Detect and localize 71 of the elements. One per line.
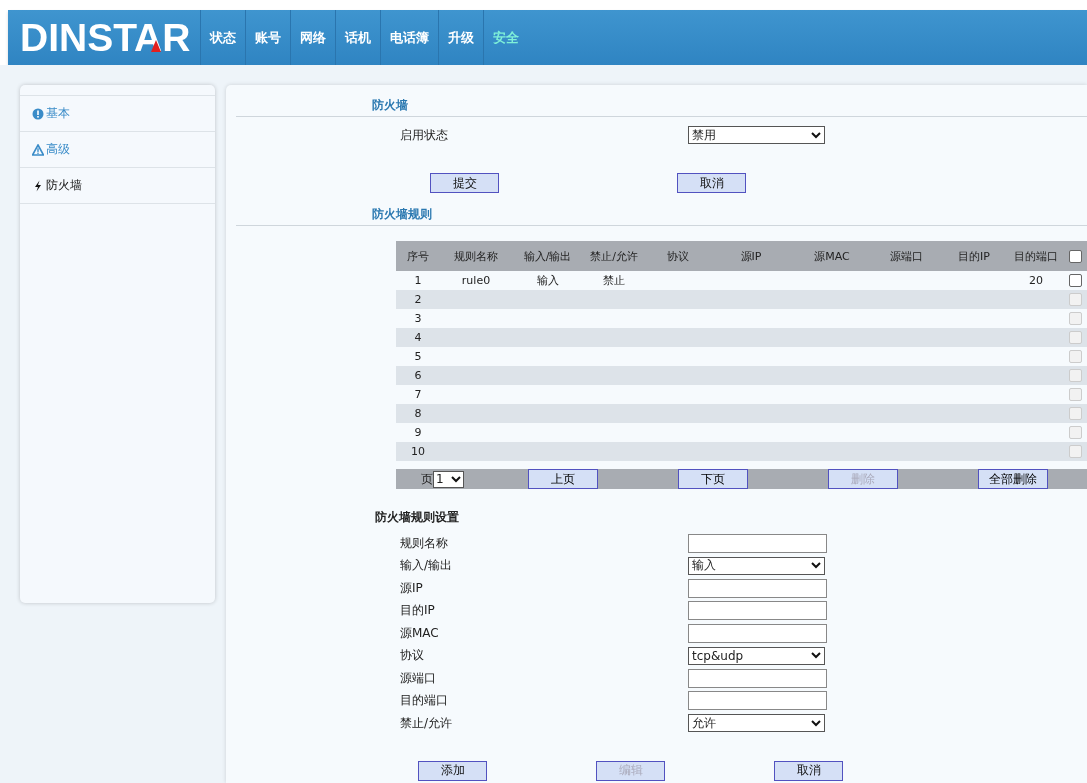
form-button[interactable]: 取消 (774, 760, 843, 781)
table-cell: 10 (411, 445, 425, 458)
logo-triangle-icon (151, 40, 161, 52)
column-header: 规则名称 (454, 249, 498, 263)
field-label: 输入/输出 (399, 557, 454, 575)
sidebar-item[interactable]: 高级 (20, 131, 215, 167)
sidebar-item[interactable]: 基本 (20, 95, 215, 131)
sidebar-item[interactable]: 防火墙 (20, 167, 215, 204)
column-header: 目的端口 (1014, 249, 1058, 263)
table-cell: 禁止 (603, 274, 625, 287)
table-cell: rule0 (461, 274, 491, 287)
chevron-icon (451, 475, 461, 483)
select-field[interactable]: 允许 (688, 714, 825, 733)
logo: DINSTAR (19, 14, 192, 61)
input-field[interactable] (688, 601, 827, 621)
input-field[interactable] (688, 691, 827, 711)
table-cell: 9 (414, 426, 422, 439)
column-header: 源端口 (889, 249, 923, 263)
form-button[interactable]: 添加 (418, 760, 487, 781)
input-field[interactable] (688, 533, 827, 553)
column-header: 协议 (666, 249, 689, 263)
table-cell: 5 (414, 350, 422, 363)
select-all-checkbox[interactable] (1069, 249, 1082, 263)
column-header: 目的IP (958, 249, 990, 263)
chevron-icon (811, 131, 821, 139)
table-cell: 4 (414, 331, 422, 344)
chevron-icon (811, 562, 821, 570)
table-cell: 2 (414, 293, 422, 306)
field-label: 源端口 (399, 669, 437, 687)
info-icon (32, 107, 44, 120)
input-field[interactable] (688, 623, 827, 643)
input-field[interactable] (688, 578, 827, 598)
select-field[interactable]: 输入 (688, 556, 825, 575)
chevron-icon (811, 719, 821, 727)
field-label: 启用状态 (399, 126, 449, 144)
section-title: 防火墙规则 (371, 206, 433, 223)
submit-button[interactable]: 提交 (430, 173, 499, 193)
pager-button[interactable]: 全部删除 (978, 469, 1048, 489)
section-title: 防火墙 (371, 97, 409, 114)
column-header: 禁止/允许 (590, 249, 638, 263)
chevron-icon (811, 652, 821, 660)
input-field[interactable] (688, 668, 827, 688)
cancel-button[interactable]: 取消 (677, 173, 746, 193)
row-checkbox[interactable] (1069, 274, 1082, 287)
field-label: 规则名称 (399, 534, 449, 552)
table-cell: 3 (414, 312, 422, 325)
field-label: 源MAC (399, 624, 440, 642)
table-cell: 8 (414, 407, 422, 420)
field-label: 源IP (399, 579, 424, 597)
column-header: 源IP (740, 249, 762, 263)
table-cell: 6 (414, 369, 422, 382)
pager-button[interactable]: 上页 (528, 469, 598, 489)
column-header: 源MAC (814, 249, 850, 263)
table-cell: 7 (414, 388, 422, 401)
page-label: 页 (421, 470, 433, 488)
warning-icon (32, 143, 44, 156)
select-field[interactable]: tcp&udp (688, 646, 825, 665)
column-header: 序号 (407, 249, 429, 263)
status-select[interactable]: 禁用 (688, 126, 825, 144)
field-label: 目的端口 (399, 692, 449, 710)
field-label: 目的IP (399, 602, 436, 620)
table-cell: 1 (414, 274, 422, 287)
page-select[interactable]: 1 (433, 470, 464, 488)
table-cell: 输入 (536, 274, 559, 287)
table-cell: 20 (1029, 274, 1043, 287)
column-header: 输入/输出 (523, 249, 572, 263)
field-label: 禁止/允许 (399, 714, 454, 732)
field-label: 协议 (399, 647, 425, 665)
lightning-icon (32, 179, 44, 192)
section-title: 防火墙规则设置 (374, 509, 460, 526)
pager-button[interactable]: 下页 (678, 469, 748, 489)
